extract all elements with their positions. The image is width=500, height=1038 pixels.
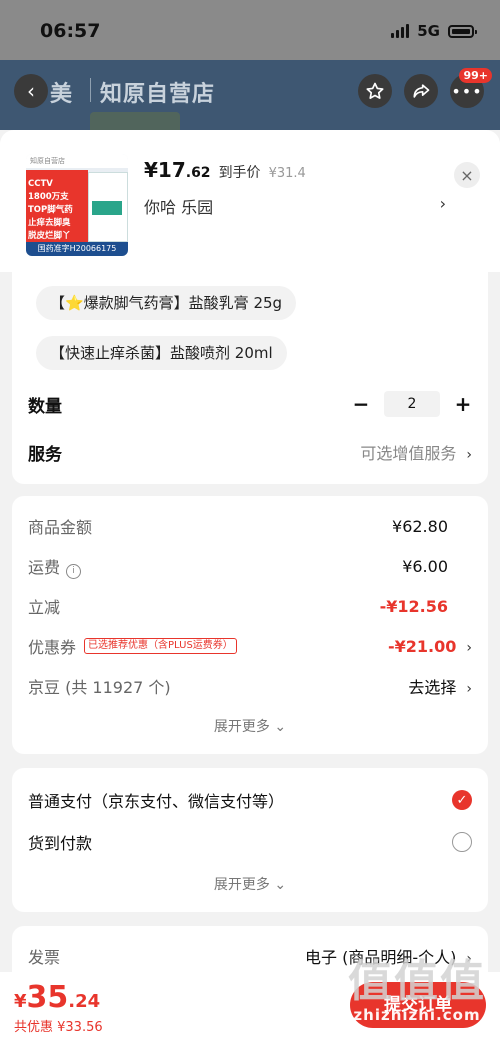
- favorite-button[interactable]: [358, 74, 392, 108]
- goods-amount-label: 商品金额: [28, 518, 93, 537]
- store-header: ‹ 美 知原自营店 ••• 99+: [0, 60, 500, 130]
- spec-option[interactable]: 【⭐爆款脚气药膏】盐酸乳膏 25g: [36, 286, 297, 320]
- watermark-logo: 值值值: [348, 956, 486, 1007]
- service-value: 可选增值服务: [360, 444, 457, 463]
- store-brand: 美: [50, 82, 73, 107]
- payment-option-label: 普通支付（京东支付、微信支付等）: [28, 792, 285, 811]
- spec-card: 【⭐爆款脚气药膏】盐酸乳膏 25g 【快速止痒杀菌】盐酸喷剂 20ml 数量 −…: [12, 272, 488, 484]
- radio-icon[interactable]: [452, 832, 472, 852]
- thumb-line: TOP脚气药: [28, 205, 73, 215]
- close-icon: ×: [460, 165, 474, 185]
- star-icon: [366, 82, 384, 99]
- service-value-wrap: 可选增值服务 ›: [360, 440, 472, 464]
- thumb-line: 1800万支: [28, 192, 69, 202]
- spec-option[interactable]: 【快速止痒杀菌】盐酸喷剂 20ml: [36, 336, 287, 370]
- coupon-value-wrap: -¥21.00 ›: [388, 637, 472, 656]
- quantity-stepper: − 2 +: [352, 391, 472, 417]
- thumb-lines: CCTV 1800万支 TOP脚气药 止痒去脚臭 脱皮烂脚丫: [28, 178, 86, 243]
- goods-amount-value: ¥62.80: [392, 516, 448, 536]
- shipping-row: 运费 i ¥6.00: [28, 552, 472, 580]
- jd-bean-label: 京豆 (共 11927 个): [28, 678, 171, 697]
- jd-bean-row[interactable]: 京豆 (共 11927 个) 去选择 ›: [28, 672, 472, 700]
- chevron-right-icon: ›: [466, 447, 472, 463]
- check-icon[interactable]: ✓: [452, 790, 472, 810]
- product-thumbnail[interactable]: 知原自营店 CCTV 1800万支 TOP脚气药 止痒去脚臭 脱皮烂脚丫 国药准…: [26, 154, 128, 256]
- share-button[interactable]: [404, 74, 438, 108]
- status-bar: 06:57 5G: [0, 0, 500, 60]
- decrease-button[interactable]: −: [352, 392, 370, 416]
- thumb-product-box: [88, 172, 128, 242]
- signal-icon: [391, 24, 410, 38]
- total-price: ¥35.24: [14, 980, 100, 1015]
- thumb-bottom-text: 国药准字H20066175: [26, 242, 128, 256]
- final-price-int: ¥17: [144, 158, 186, 182]
- selected-variant[interactable]: 你哈 乐园: [144, 194, 213, 218]
- product-summary: 知原自营店 CCTV 1800万支 TOP脚气药 止痒去脚臭 脱皮烂脚丫 国药准…: [0, 130, 500, 272]
- expand-more-button[interactable]: 展开更多 ⌄: [12, 716, 488, 736]
- info-icon[interactable]: i: [66, 563, 82, 579]
- coupon-note: 已选推荐优惠（含PLUS运费券）: [84, 638, 237, 654]
- coupon-label: 优惠券: [28, 638, 77, 657]
- watermark: 值值值 zhizhizhi.com: [342, 956, 492, 1025]
- coupon-row[interactable]: 优惠券 已选推荐优惠（含PLUS运费券） -¥21.00 ›: [28, 632, 472, 660]
- original-price: ¥31.4: [268, 166, 306, 181]
- final-price-dec: .62: [185, 165, 211, 181]
- back-button[interactable]: ‹: [14, 74, 48, 108]
- final-price: ¥17.62: [144, 158, 211, 182]
- payment-option-online[interactable]: 普通支付（京东支付、微信支付等） ✓: [28, 786, 472, 814]
- header-decoration: [90, 112, 180, 130]
- more-dots-icon: •••: [451, 81, 483, 101]
- share-icon: [413, 84, 430, 98]
- close-button[interactable]: ×: [454, 162, 480, 188]
- payment-card: 普通支付（京东支付、微信支付等） ✓ 货到付款 展开更多 ⌄: [12, 768, 488, 912]
- price-detail-card: 商品金额 ¥62.80 运费 i ¥6.00 立减 -¥12.56 优惠券 已选推荐…: [12, 496, 488, 754]
- payment-option-cod[interactable]: 货到付款: [28, 828, 472, 856]
- watermark-url: zhizhizhi.com: [353, 1006, 481, 1024]
- currency-symbol: ¥: [14, 991, 27, 1012]
- total-price-int: 35: [26, 980, 69, 1015]
- thumb-line: CCTV: [28, 179, 53, 189]
- chevron-right-icon: ›: [466, 681, 472, 697]
- chevron-right-icon[interactable]: ›: [440, 194, 446, 213]
- total-price-dec: .24: [68, 991, 101, 1012]
- order-sheet: 知原自营店 CCTV 1800万支 TOP脚气药 止痒去脚臭 脱皮烂脚丫 国药准…: [0, 130, 500, 1038]
- thumb-top-text: 知原自营店: [26, 154, 128, 168]
- chevron-right-icon: ›: [466, 639, 472, 656]
- goods-amount-row: 商品金额 ¥62.80: [28, 512, 472, 540]
- status-indicators: 5G: [391, 22, 477, 40]
- discount-row: 立减 -¥12.56: [28, 592, 472, 620]
- quantity-label: 数量: [28, 396, 62, 417]
- service-row[interactable]: 服务 可选增值服务 ›: [28, 438, 472, 466]
- discount-label: 立减: [28, 598, 61, 617]
- service-label: 服务: [28, 444, 62, 465]
- price-tag: 到手价: [218, 165, 261, 181]
- increase-button[interactable]: +: [454, 392, 472, 416]
- coupon-value: -¥21.00: [388, 636, 457, 656]
- quantity-input[interactable]: 2: [384, 391, 440, 417]
- message-badge: 99+: [459, 68, 492, 83]
- jd-bean-value: 去选择: [408, 678, 457, 697]
- shipping-label: 运费: [28, 557, 61, 577]
- discount-value: -¥12.56: [379, 596, 448, 616]
- store-name[interactable]: 知原自营店: [100, 76, 215, 108]
- price-line: ¥17.62 到手价 ¥31.4: [144, 158, 306, 182]
- expand-more-button[interactable]: 展开更多 ⌄: [12, 874, 488, 894]
- shipping-label-wrap: 运费 i: [28, 554, 82, 579]
- header-divider: [90, 78, 91, 102]
- total-savings: 共优惠 ¥33.56: [14, 1020, 103, 1035]
- shipping-value: ¥6.00: [402, 556, 448, 576]
- coupon-label-wrap: 优惠券 已选推荐优惠（含PLUS运费券）: [28, 634, 237, 658]
- status-time: 06:57: [40, 20, 101, 42]
- invoice-label: 发票: [28, 948, 61, 967]
- payment-option-label: 货到付款: [28, 834, 93, 853]
- chevron-left-icon: ‹: [27, 79, 35, 103]
- quantity-row: 数量 − 2 +: [28, 390, 472, 418]
- network-label: 5G: [417, 22, 440, 40]
- jd-bean-value-wrap: 去选择 ›: [408, 674, 472, 698]
- battery-icon: [448, 24, 477, 38]
- thumb-line: 止痒去脚臭: [28, 218, 71, 228]
